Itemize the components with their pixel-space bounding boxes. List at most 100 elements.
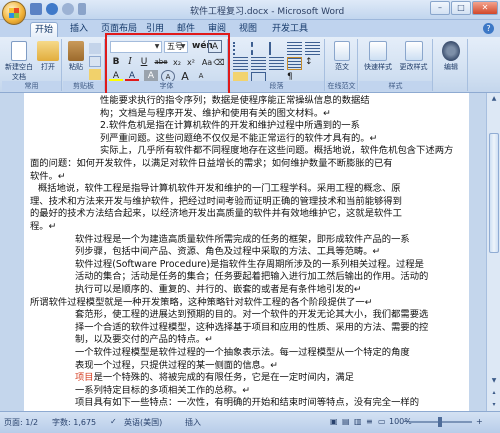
scroll-up-icon[interactable]: ▲	[488, 93, 500, 105]
line-spacing-icon[interactable]: ↕	[305, 57, 320, 70]
zoom-in-icon[interactable]: +	[476, 417, 483, 426]
paste-button[interactable]: 粘贴	[65, 41, 87, 72]
scroll-thumb[interactable]	[489, 133, 499, 253]
status-bar: 页面: 1/2 字数: 1,675 ✓ 英语(美国) 插入 ▣ ▤ ▥ ≡ ▭ …	[0, 411, 500, 433]
document-line-text: 择一个合适的软件过程模型，这种选择基于项目和应用的性质、采用的方法、需要的控	[75, 321, 429, 333]
document-line: 制，以及要交付的产品的特点。↵	[75, 333, 213, 346]
customize-qat-icon[interactable]	[78, 3, 86, 15]
document-line-text: 列严重问题。这些问题绝不仅仅是不能正常运行的软件才具有的。↵	[100, 132, 378, 144]
underline-button[interactable]: U	[137, 56, 151, 69]
editing-label: 编辑	[444, 63, 458, 71]
document-page[interactable]: 性能要求执行的指令序列；数据是使程序能正常操纵信息的数据结 构；文档是与程序开发、…	[24, 93, 469, 411]
redo-icon[interactable]	[62, 3, 74, 15]
phonetic-guide-button[interactable]: wén	[192, 40, 213, 53]
office-button[interactable]	[2, 1, 26, 25]
open-button[interactable]: 打开	[36, 41, 60, 72]
next-page-icon[interactable]: ▾	[488, 399, 500, 411]
quick-styles-button[interactable]: 快速样式	[361, 41, 395, 72]
close-button[interactable]: ✕	[472, 1, 498, 15]
full-screen-icon[interactable]: ▤	[342, 417, 350, 426]
document-line: 一系列特定目标的多项相关工作的总称。↵	[75, 384, 250, 397]
language-indicator[interactable]: 英语(美国)	[124, 417, 162, 428]
new-document-icon	[11, 41, 27, 61]
document-line-text: 表现一个过程，只提供过程的某一侧面的信息。↵	[75, 359, 279, 371]
format-painter-icon[interactable]	[89, 69, 101, 80]
change-styles-button[interactable]: 更改样式	[396, 41, 431, 72]
document-line: 一个软件过程模型是软件过程的一个抽象表示法。每一过程模型从一个特定的角度	[75, 346, 410, 359]
outline-view-icon[interactable]: ≡	[366, 417, 373, 426]
templates-button[interactable]: 范文	[330, 41, 354, 72]
superscript-button[interactable]: x²	[184, 56, 198, 69]
save-icon[interactable]	[30, 3, 42, 15]
spell-check-icon[interactable]: ✓	[110, 417, 117, 426]
align-right-icon[interactable]	[269, 57, 284, 70]
document-line-text: 的最好的技术方法结合起来，以经济地开发出高质量的软件并有效地维护它，这就是软件工	[30, 208, 402, 220]
numbering-icon[interactable]	[251, 42, 266, 55]
bullets-icon[interactable]	[233, 42, 248, 55]
align-center-icon[interactable]	[251, 57, 266, 70]
print-layout-icon[interactable]: ▣	[330, 417, 338, 426]
tab-home[interactable]: 开始	[30, 22, 59, 37]
tab-page-layout[interactable]: 页面布局	[97, 22, 141, 37]
increase-indent-icon[interactable]	[305, 42, 320, 55]
quick-styles-icon	[369, 41, 387, 61]
page-indicator[interactable]: 页面: 1/2	[4, 417, 38, 428]
multilevel-list-icon[interactable]	[269, 42, 284, 55]
document-line: 的最好的技术方法结合起来，以经济地开发出高质量的软件并有效地维护它，这就是软件工	[30, 207, 402, 220]
group-common: 新建空白文档 打开 常用	[2, 39, 62, 91]
zoom-slider[interactable]	[410, 417, 472, 427]
change-styles-label: 更改样式	[399, 63, 428, 71]
decrease-indent-icon[interactable]	[287, 42, 302, 55]
char-border-button[interactable]: A	[208, 40, 222, 53]
document-line-text: 构；文档是与程序开发、维护和使用有关的图文材料。↵	[100, 107, 331, 119]
align-left-icon[interactable]	[233, 57, 248, 70]
chevron-down-icon: ▼	[154, 43, 160, 50]
tab-references[interactable]: 引用	[142, 22, 168, 37]
justify-icon[interactable]	[287, 57, 302, 70]
prev-page-icon[interactable]: ▴	[488, 387, 500, 399]
tab-view[interactable]: 视图	[235, 22, 261, 37]
undo-icon[interactable]	[46, 3, 58, 15]
document-line-text: 概括地说，软件工程是指导计算机软件开发和维护的一门工程学科。采用工程的概念、原	[38, 183, 401, 195]
tab-review[interactable]: 审阅	[204, 22, 230, 37]
zoom-slider-knob[interactable]	[438, 417, 442, 427]
tab-mailings[interactable]: 邮件	[173, 22, 199, 37]
draft-view-icon[interactable]: ▭	[378, 417, 386, 426]
vertical-scrollbar[interactable]: ▲ ▼ ▴ ▾	[486, 93, 500, 411]
font-size-combo[interactable]: 五号 ▼	[164, 41, 188, 53]
right-margin	[469, 93, 486, 411]
cut-icon[interactable]	[89, 43, 101, 54]
minimize-button[interactable]: –	[430, 1, 450, 15]
copy-icon[interactable]	[89, 56, 101, 67]
font-name-combo[interactable]: ▼	[110, 41, 162, 53]
group-label-clipboard: 剪贴板	[63, 81, 104, 91]
web-layout-icon[interactable]: ▥	[354, 417, 362, 426]
new-blank-document-button[interactable]: 新建空白文档	[4, 41, 34, 82]
document-line-text: 是一个特殊的、将被完成的有限任务，它是在一定时间内，满足	[93, 372, 354, 384]
document-line: 概括地说，软件工程是指导计算机软件开发和维护的一门工程学科。采用工程的概念、原	[38, 182, 401, 195]
editing-button[interactable]: 编辑	[438, 41, 464, 72]
office-logo-icon	[9, 8, 19, 18]
scroll-down-icon[interactable]: ▼	[488, 375, 500, 387]
group-paragraph: ↕ ¶ 段落	[229, 39, 325, 91]
subscript-button[interactable]: x₂	[170, 56, 184, 69]
help-icon[interactable]: ?	[483, 23, 494, 34]
zoom-out-icon[interactable]: −	[403, 417, 410, 426]
word-count[interactable]: 字数: 1,675	[52, 417, 96, 428]
tab-developer[interactable]: 开发工具	[268, 22, 312, 37]
group-label-font: 字体	[106, 81, 227, 91]
tab-insert[interactable]: 插入	[66, 22, 92, 37]
left-margin	[0, 93, 24, 411]
document-line-text: 理、技术和方法来开发与维护软件，把经过时间考验而证明正确的管理技术和当前能够得到	[30, 195, 402, 207]
document-line: 软件过程是一个为建造高质量软件所需完成的任务的框架，即形成软件产品的一系	[75, 233, 410, 246]
highlighted-term: 项目	[75, 372, 94, 384]
bold-button[interactable]: B	[109, 56, 123, 69]
clear-formatting-icon[interactable]: ⌫	[212, 56, 226, 69]
document-line-text: 一系列特定目标的多项相关工作的总称。↵	[75, 384, 251, 396]
maximize-button[interactable]: □	[451, 1, 471, 15]
group-label-common: 常用	[2, 81, 61, 91]
insert-mode-indicator[interactable]: 插入	[185, 417, 201, 428]
paste-label: 粘贴	[69, 63, 83, 71]
strikethrough-button[interactable]: abe	[152, 56, 170, 69]
italic-button[interactable]: I	[123, 56, 137, 69]
